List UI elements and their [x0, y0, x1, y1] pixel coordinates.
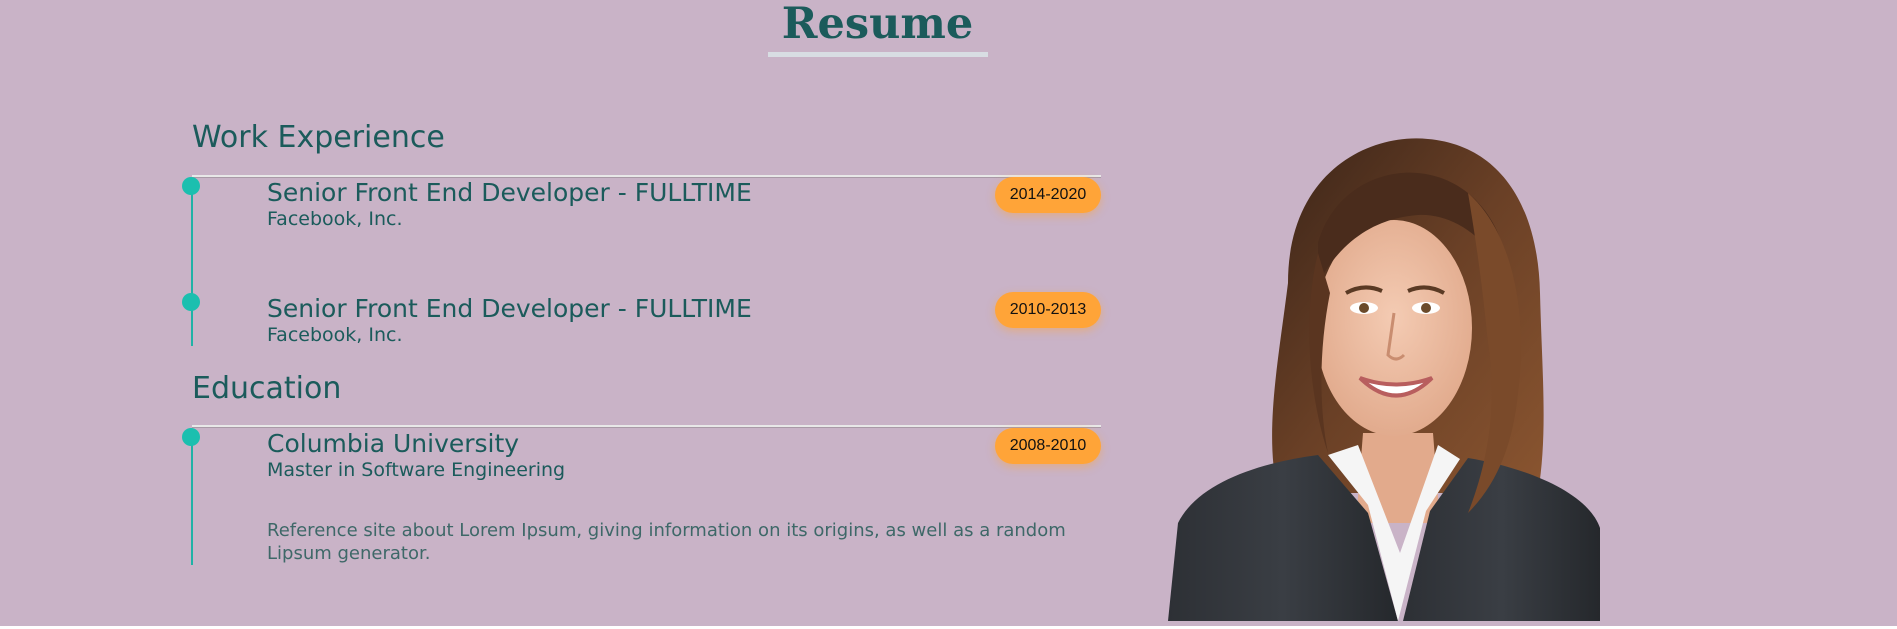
portrait-photo	[1168, 138, 1600, 621]
timeline-dot-icon	[182, 177, 200, 195]
title-underline	[768, 52, 988, 57]
timeline-dot-icon	[182, 293, 200, 311]
job-title: Senior Front End Developer - FULLTIME	[267, 294, 752, 323]
work-timeline-line	[191, 186, 193, 346]
job-company: Facebook, Inc.	[267, 324, 403, 346]
education-timeline-line	[191, 436, 193, 565]
school-name: Columbia University	[267, 429, 520, 458]
date-badge: 2014-2020	[995, 177, 1101, 213]
degree-name: Master in Software Engineering	[267, 459, 566, 481]
timeline-dot-icon	[182, 428, 200, 446]
date-badge: 2010-2013	[995, 292, 1101, 328]
job-title: Senior Front End Developer - FULLTIME	[267, 178, 752, 207]
education-description: Reference site about Lorem Ipsum, giving…	[267, 520, 1066, 564]
education-divider	[192, 425, 1101, 428]
resume-section: Resume Work Experience Senior Front End …	[0, 0, 1897, 626]
date-badge: 2008-2010	[995, 428, 1101, 464]
work-experience-heading: Work Experience	[192, 120, 445, 155]
education-heading: Education	[192, 371, 342, 406]
job-company: Facebook, Inc.	[267, 208, 403, 230]
page-title: Resume	[781, 0, 974, 49]
